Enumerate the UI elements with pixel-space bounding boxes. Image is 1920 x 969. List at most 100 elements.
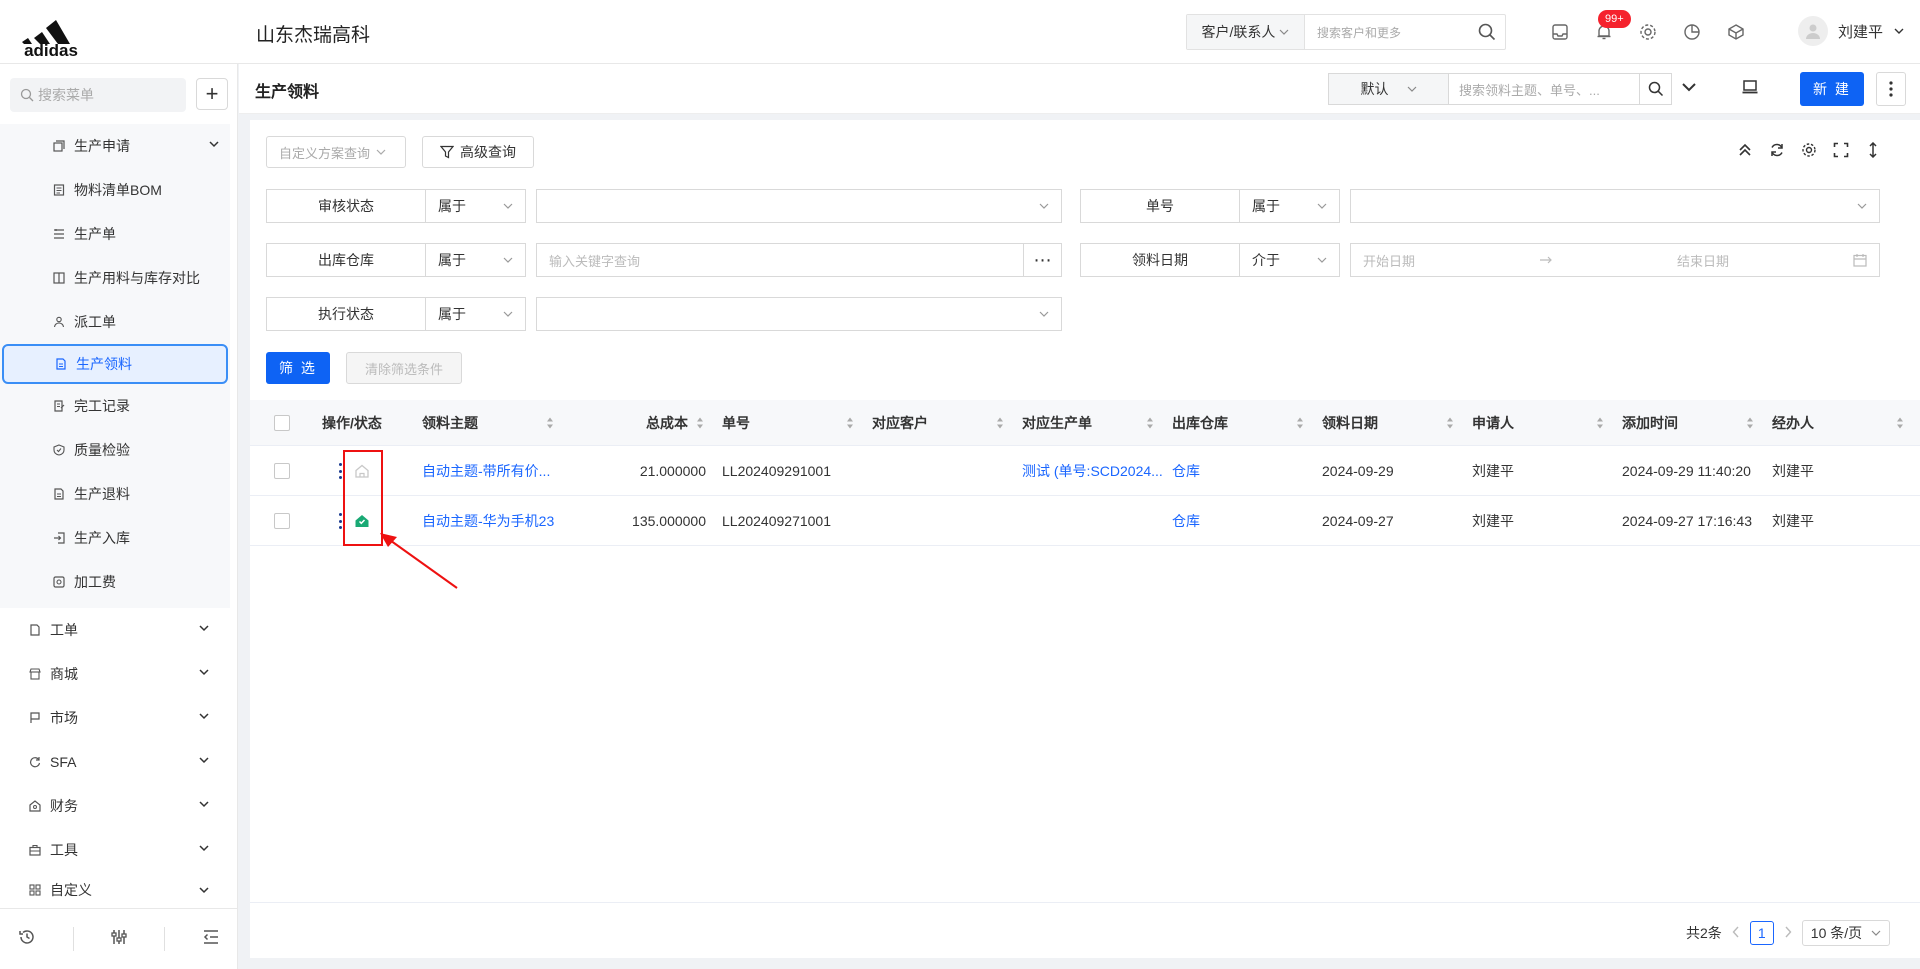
- sidebar-item-quality-inspection[interactable]: 质量检验: [52, 428, 228, 472]
- gear-icon[interactable]: [1636, 20, 1660, 44]
- advanced-query-button[interactable]: 高级查询: [422, 136, 534, 168]
- column-header[interactable]: 领料主题: [422, 400, 478, 446]
- sidebar-item-market[interactable]: 市场: [28, 696, 218, 740]
- collapse-up-icon[interactable]: [1737, 142, 1753, 158]
- sidebar-item-production-request[interactable]: 生产申请: [52, 124, 228, 168]
- filter-operator[interactable]: 属于: [426, 297, 526, 331]
- sort-icon[interactable]: [1296, 416, 1304, 430]
- sidebar-item-sfa[interactable]: SFA: [28, 740, 218, 784]
- subject-link[interactable]: 自动主题-带所有价...: [422, 446, 550, 496]
- menu-search-input[interactable]: 搜索菜单: [10, 78, 186, 112]
- start-date-input[interactable]: 开始日期: [1363, 251, 1415, 270]
- column-header[interactable]: 对应客户: [872, 400, 928, 446]
- gear-icon[interactable]: [1801, 142, 1817, 158]
- view-select[interactable]: 默认: [1329, 74, 1449, 104]
- search-icon[interactable]: [1469, 15, 1505, 49]
- sidebar-item-material-stock-compare[interactable]: 生产用料与库存对比: [52, 256, 228, 300]
- filter-button[interactable]: 筛 选: [266, 352, 330, 384]
- table-row[interactable]: 自动主题-带所有价... 21.000000 LL202409291001 测试…: [250, 446, 1920, 496]
- bell-icon[interactable]: 99+: [1592, 10, 1631, 44]
- sidebar-item-production-inbound[interactable]: 生产入库: [52, 516, 228, 560]
- search-type-select[interactable]: 客户/联系人: [1187, 15, 1305, 49]
- filter-operator[interactable]: 属于: [1240, 189, 1340, 223]
- production-order-link[interactable]: 测试 (单号:SCD2024...: [1022, 446, 1163, 496]
- new-button[interactable]: 新 建: [1800, 72, 1864, 106]
- row-checkbox[interactable]: [274, 496, 290, 546]
- sort-icon[interactable]: [996, 416, 1004, 430]
- search-icon[interactable]: [1639, 74, 1671, 104]
- select-all-checkbox[interactable]: [274, 400, 290, 446]
- cycle-icon: [28, 755, 42, 769]
- user-menu[interactable]: 刘建平: [1798, 16, 1905, 46]
- sort-icon[interactable]: [696, 416, 704, 430]
- warehouse-search-input[interactable]: 输入关键字查询 ⋯: [536, 243, 1062, 277]
- filter-operator[interactable]: 属于: [426, 189, 526, 223]
- row-checkbox[interactable]: [274, 446, 290, 496]
- clear-filter-button[interactable]: 清除筛选条件: [346, 352, 462, 384]
- sort-icon[interactable]: [1146, 416, 1154, 430]
- sidebar-item-processing-fee[interactable]: 加工费: [52, 560, 228, 604]
- sidebar-item-ticket[interactable]: 工单: [28, 608, 218, 652]
- pie-chart-icon[interactable]: [1680, 20, 1704, 44]
- column-header: 操作/状态: [322, 415, 382, 431]
- fullscreen-icon[interactable]: [1833, 142, 1849, 158]
- column-header[interactable]: 总成本: [646, 400, 688, 446]
- warehouse-link[interactable]: 仓库: [1172, 446, 1200, 496]
- ellipsis-icon[interactable]: ⋯: [1023, 244, 1061, 276]
- column-header[interactable]: 对应生产单: [1022, 400, 1092, 446]
- column-header[interactable]: 添加时间: [1622, 400, 1678, 446]
- cube-icon[interactable]: [1724, 20, 1748, 44]
- sidebar-item-dispatch-order[interactable]: 派工单: [52, 300, 228, 344]
- global-search-input[interactable]: 搜索客户和更多: [1305, 15, 1469, 49]
- column-header[interactable]: 领料日期: [1322, 400, 1378, 446]
- bank-icon: [28, 799, 42, 813]
- audit-status-select[interactable]: [536, 189, 1062, 223]
- table-row[interactable]: 自动主题-华为手机23 135.000000 LL202409271001 仓库…: [250, 496, 1920, 546]
- sidebar-item-tools[interactable]: 工具: [28, 828, 218, 872]
- sort-icon[interactable]: [546, 416, 554, 430]
- add-menu-button[interactable]: +: [196, 78, 228, 110]
- collapse-menu-icon[interactable]: [202, 928, 220, 949]
- sidebar-item-completion-record[interactable]: 完工记录: [52, 384, 228, 428]
- prev-page-icon[interactable]: [1732, 925, 1740, 941]
- date-range-picker[interactable]: 开始日期 结束日期: [1350, 243, 1880, 277]
- sort-icon[interactable]: [846, 416, 854, 430]
- column-header[interactable]: 出库仓库: [1172, 400, 1228, 446]
- filter-operator[interactable]: 介于: [1240, 243, 1340, 277]
- sidebar-item-shop[interactable]: 商城: [28, 652, 218, 696]
- more-icon[interactable]: [1876, 72, 1906, 106]
- sort-icon[interactable]: [1596, 416, 1604, 430]
- sidebar-item-custom[interactable]: 自定义: [28, 872, 218, 908]
- exec-status-select[interactable]: [536, 297, 1062, 331]
- sidebar-item-bom[interactable]: 物料清单BOM: [52, 168, 228, 212]
- chevron-down-icon[interactable]: [1680, 78, 1698, 99]
- sidebar-item-production-picking[interactable]: 生产领料: [2, 344, 228, 384]
- column-header[interactable]: 单号: [722, 400, 750, 446]
- inbox-icon[interactable]: [1548, 20, 1572, 44]
- sidebar-item-finance[interactable]: 财务: [28, 784, 218, 828]
- warehouse-link[interactable]: 仓库: [1172, 496, 1200, 546]
- sort-icon[interactable]: [1746, 416, 1754, 430]
- filter-operator[interactable]: 属于: [426, 243, 526, 277]
- row-height-icon[interactable]: [1865, 142, 1881, 158]
- sort-icon[interactable]: [1896, 416, 1904, 430]
- monitor-icon[interactable]: [1741, 78, 1759, 99]
- sidebar-item-production-order[interactable]: 生产单: [52, 212, 228, 256]
- adidas-logo[interactable]: adidas: [14, 8, 88, 58]
- page-button-current[interactable]: 1: [1749, 921, 1774, 945]
- column-header[interactable]: 申请人: [1472, 400, 1514, 446]
- list-search-input[interactable]: 搜索领料主题、单号、...: [1449, 74, 1639, 104]
- end-date-input[interactable]: 结束日期: [1677, 251, 1729, 270]
- sliders-icon[interactable]: [110, 928, 128, 949]
- sort-icon[interactable]: [1446, 416, 1454, 430]
- next-page-icon[interactable]: [1784, 925, 1792, 941]
- order-no-select[interactable]: [1350, 189, 1880, 223]
- refresh-icon[interactable]: [1769, 142, 1785, 158]
- row-actions-kebab[interactable]: [338, 496, 342, 546]
- history-icon[interactable]: [18, 928, 36, 949]
- sidebar-item-material-return[interactable]: 生产退料: [52, 472, 228, 516]
- scheme-select[interactable]: 自定义方案查询: [266, 136, 406, 168]
- page-size-select[interactable]: 10 条/页: [1801, 920, 1890, 946]
- column-header[interactable]: 经办人: [1772, 400, 1814, 446]
- row-actions-kebab[interactable]: [338, 446, 342, 496]
